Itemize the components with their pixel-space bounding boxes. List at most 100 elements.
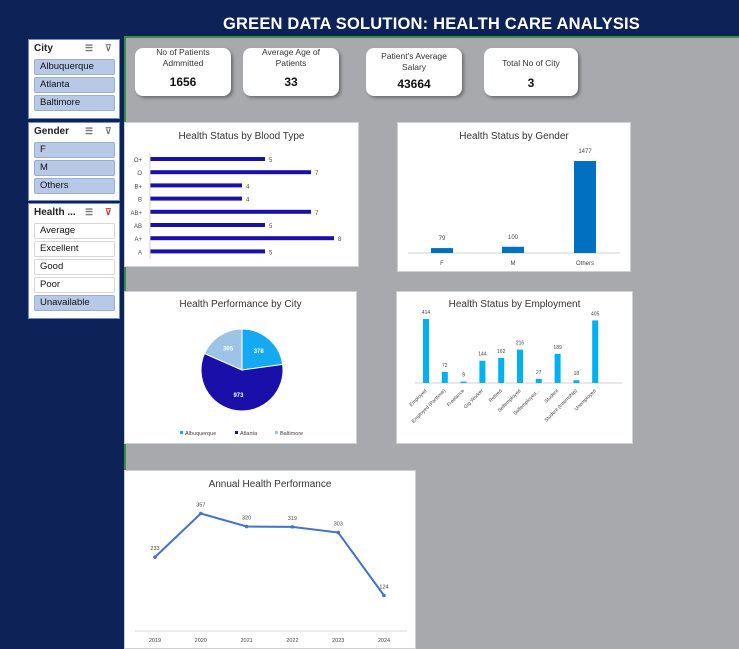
- slicer-header: City ☰ ⊽: [29, 40, 119, 57]
- bar: [150, 196, 242, 201]
- axis-tick-label: O+: [134, 158, 143, 164]
- slicer-item-atlanta[interactable]: Atlanta: [34, 77, 115, 93]
- axis-tick-label: B: [138, 198, 142, 204]
- gender-chart[interactable]: Health Status by Gender 79 F 100 M 1477 Other…: [397, 122, 631, 272]
- bar: [431, 248, 453, 253]
- data-label: 144: [478, 352, 487, 358]
- axis-tick-label: 2020: [195, 638, 207, 644]
- bar: [150, 209, 311, 214]
- data-label: 27: [536, 370, 542, 376]
- slicer-title: City: [34, 43, 53, 54]
- axis-tick-label: AB: [134, 224, 142, 230]
- data-label: 7: [315, 211, 319, 217]
- multi-select-icon[interactable]: ☰: [85, 126, 93, 137]
- clear-filter-icon[interactable]: ⊽: [105, 126, 112, 137]
- bar: [592, 320, 599, 383]
- kpi-label: Patient's Average Salary: [381, 51, 447, 72]
- data-label: 378: [254, 349, 265, 355]
- city-pie-chart[interactable]: Health Performance by City 378 973 305 Albu…: [124, 291, 357, 444]
- health-slicer: Health ... ☰ ⊽ Average Excellent Good Po…: [28, 203, 120, 319]
- slicer-item-albuquerque[interactable]: Albuquerque: [34, 59, 115, 75]
- axis-tick-label: 2022: [286, 638, 298, 644]
- kpi-value: 1656: [169, 75, 197, 89]
- data-point: [336, 530, 340, 535]
- slicer-item-m[interactable]: M: [34, 160, 115, 176]
- data-label: 357: [196, 503, 205, 509]
- slicer-title: Gender: [34, 126, 70, 137]
- gender-slicer: Gender ☰ ⊽ F M Others: [28, 122, 120, 201]
- slicer-header: Gender ☰ ⊽: [29, 123, 119, 140]
- axis-tick-label: Others: [576, 261, 594, 267]
- bar: [150, 236, 334, 241]
- data-label: 124: [379, 585, 388, 591]
- bar: [502, 246, 524, 253]
- axis-tick-label: A: [138, 250, 142, 256]
- kpi-label: No of Patients Admmitted: [156, 47, 210, 68]
- bar: [573, 380, 580, 383]
- data-label: 4: [246, 198, 250, 204]
- bar: [423, 319, 429, 383]
- kpi-average-salary: Patient's Average Salary 43664: [366, 48, 462, 96]
- axis-tick-label: Employed (Parttime): [411, 388, 448, 425]
- dashboard-title: GREEN DATA SOLUTION: HEALTH CARE ANALYSI…: [222, 15, 641, 33]
- bar: [150, 183, 242, 188]
- legend-swatch: [235, 431, 238, 434]
- slicer-item-poor[interactable]: Poor: [34, 277, 115, 293]
- axis-tick-label: A+: [134, 237, 142, 243]
- data-label: 5: [269, 158, 273, 164]
- data-point: [153, 555, 157, 559]
- axis-tick-label: Gig Worker: [463, 388, 485, 410]
- multi-select-icon[interactable]: ☰: [85, 207, 93, 218]
- legend-swatch: [275, 431, 278, 434]
- slicer-item-baltimore[interactable]: Baltimore: [34, 95, 115, 111]
- data-label: 216: [516, 341, 525, 347]
- kpi-value: 3: [527, 76, 535, 90]
- slicer-header: Health ... ☰ ⊽: [29, 204, 119, 221]
- bar: [150, 170, 311, 175]
- kpi-value: 43664: [397, 77, 431, 91]
- slicer-item-excellent[interactable]: Excellent: [34, 241, 115, 257]
- axis-tick-label: Student (Internship): [544, 388, 580, 424]
- bar: [498, 357, 505, 383]
- slicer-item-others[interactable]: Others: [34, 178, 115, 194]
- bar: [150, 157, 265, 161]
- annual-line-chart[interactable]: Annual Health Performance 233 2019 357 2020…: [124, 470, 416, 649]
- kpi-label: Average Age of Patients: [262, 47, 320, 68]
- bar: [517, 349, 523, 383]
- slicer-item-average[interactable]: Average: [34, 223, 115, 239]
- employment-plot: 414Employed72Employed (Parttime)9Freelan…: [408, 310, 622, 425]
- bar: [535, 378, 542, 383]
- legend-entry: Albuquerque: [185, 431, 216, 437]
- data-label: 7: [315, 171, 319, 177]
- blood-type-chart[interactable]: Health Status by Blood Type O+ 5 O 7 B+ 4 B 4 AB…: [124, 122, 359, 267]
- clear-filter-icon[interactable]: ⊽: [105, 43, 112, 54]
- slicer-item-good[interactable]: Good: [34, 259, 115, 275]
- kpi-value: 33: [284, 75, 298, 89]
- data-label: 5: [269, 224, 273, 230]
- gender-plot: 79 F 100 M 1477 Others: [408, 149, 620, 267]
- data-point: [382, 593, 386, 598]
- employment-chart[interactable]: Health Status by Employment 414 Employed 7…: [396, 291, 633, 444]
- divider: [124, 36, 739, 38]
- series-line: [154, 512, 385, 597]
- clear-filter-icon[interactable]: ⊽: [105, 207, 112, 218]
- axis-tick-label: M: [511, 261, 516, 267]
- multi-select-icon[interactable]: ☰: [85, 43, 93, 54]
- bar: [554, 353, 561, 383]
- slicer-item-f[interactable]: F: [34, 142, 115, 158]
- bar: [479, 360, 486, 383]
- city-slicer: City ☰ ⊽ Albuquerque Atlanta Baltimore: [28, 39, 120, 119]
- axis-tick-label: O: [137, 171, 142, 177]
- bar: [150, 249, 265, 254]
- data-label: 5: [269, 250, 273, 256]
- data-label: 72: [442, 363, 448, 369]
- data-label: 79: [439, 236, 446, 242]
- data-label: 162: [497, 349, 506, 355]
- data-point: [199, 511, 203, 516]
- axis-tick-label: AB+: [130, 211, 142, 217]
- slicer-item-unavailable[interactable]: Unavailable: [34, 295, 115, 311]
- city-pie-plot: 378 973 305 Albuquerque Atlanta Baltimore: [180, 328, 303, 437]
- axis-tick-label: 2023: [332, 638, 344, 644]
- data-label: 305: [223, 347, 234, 353]
- data-label: 18: [574, 371, 580, 377]
